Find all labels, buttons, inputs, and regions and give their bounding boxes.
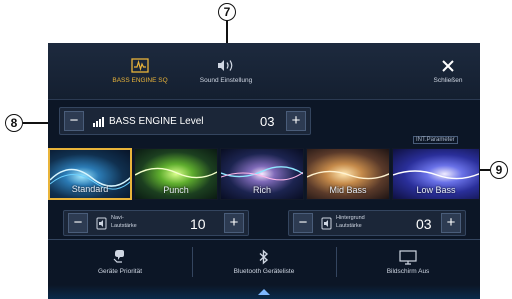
preset-label: Standard	[71, 184, 109, 194]
preset-label: Rich	[252, 185, 271, 195]
chevron-up-icon	[258, 289, 270, 295]
close-icon	[442, 59, 454, 72]
top-bar: BASS ENGINE SQ Sound Einstellung Schließ…	[48, 43, 480, 100]
close-button[interactable]: Schließen	[418, 43, 478, 99]
navi-volume-label-line1: Navi-	[111, 215, 124, 221]
bass-engine-icon	[131, 58, 149, 73]
bottom-label: Geräte Priorität	[97, 268, 143, 275]
tab-label: Sound Einstellung	[199, 77, 253, 84]
bottom-label: Bildschirm Aus	[386, 267, 430, 275]
background-volume-label-line1: Hintergrund	[336, 215, 365, 221]
navi-volume-panel: − Navi- Lautstärke 10 +	[63, 210, 249, 236]
tab-bass-engine-sq[interactable]: BASS ENGINE SQ	[92, 43, 188, 99]
navi-volume-plus-button[interactable]: +	[224, 213, 244, 233]
device-priority-icon	[113, 250, 124, 263]
background-volume-icon	[321, 217, 332, 230]
screen: BASS ENGINE SQ Sound Einstellung Schließ…	[48, 43, 480, 299]
callout-8: 8	[5, 114, 23, 132]
callout-9: 9	[490, 161, 508, 179]
device-priority-button[interactable]: Geräte Priorität	[48, 241, 192, 283]
bass-level-plus-button[interactable]: +	[286, 111, 306, 131]
preset-low-bass[interactable]: Low Bass	[392, 148, 480, 200]
expand-handle[interactable]	[48, 285, 480, 299]
bluetooth-device-list-button[interactable]: Bluetooth Geräteliste	[192, 241, 336, 283]
tab-sound-einstellung[interactable]: Sound Einstellung	[178, 43, 274, 99]
background-volume-label-line2: Lautstärke	[336, 223, 362, 229]
background-volume-minus-button[interactable]: −	[293, 213, 313, 233]
navi-volume-value: 10	[190, 216, 206, 232]
speaker-icon	[218, 60, 233, 71]
preset-rich[interactable]: Rich	[220, 148, 304, 200]
bass-level-minus-button[interactable]: −	[64, 111, 84, 131]
bottom-label: Bluetooth Geräteliste	[233, 268, 295, 275]
tab-label: Schließen	[433, 76, 463, 84]
bluetooth-icon	[259, 249, 269, 265]
int-parameter-label[interactable]: INT.Parameter	[413, 136, 458, 144]
bass-level-label: BASS ENGINE Level	[109, 116, 204, 127]
bottom-divider	[48, 239, 480, 240]
preset-mid-bass[interactable]: Mid Bass	[306, 148, 390, 200]
preset-label: Punch	[163, 185, 189, 195]
tab-label: BASS ENGINE SQ	[112, 77, 168, 84]
screen-off-button[interactable]: Bildschirm Aus	[336, 241, 480, 283]
bass-level-value: 03	[260, 114, 275, 129]
preset-label: Mid Bass	[329, 185, 367, 195]
background-volume-panel: − Hintergrund Lautstärke 03 +	[288, 210, 466, 236]
preset-label: Low Bass	[416, 185, 456, 195]
background-volume-value: 03	[416, 216, 432, 232]
monitor-icon	[399, 249, 417, 265]
navi-volume-icon	[96, 217, 107, 230]
preset-punch[interactable]: Punch	[134, 148, 218, 200]
preset-standard[interactable]: Standard	[48, 148, 132, 200]
bass-engine-level-panel: − BASS ENGINE Level 03 +	[59, 107, 311, 135]
background-volume-plus-button[interactable]: +	[441, 213, 461, 233]
callout-7: 7	[218, 3, 236, 21]
navi-volume-label-line2: Lautstärke	[111, 223, 137, 229]
navi-volume-minus-button[interactable]: −	[68, 213, 88, 233]
level-bars-icon	[93, 117, 104, 127]
